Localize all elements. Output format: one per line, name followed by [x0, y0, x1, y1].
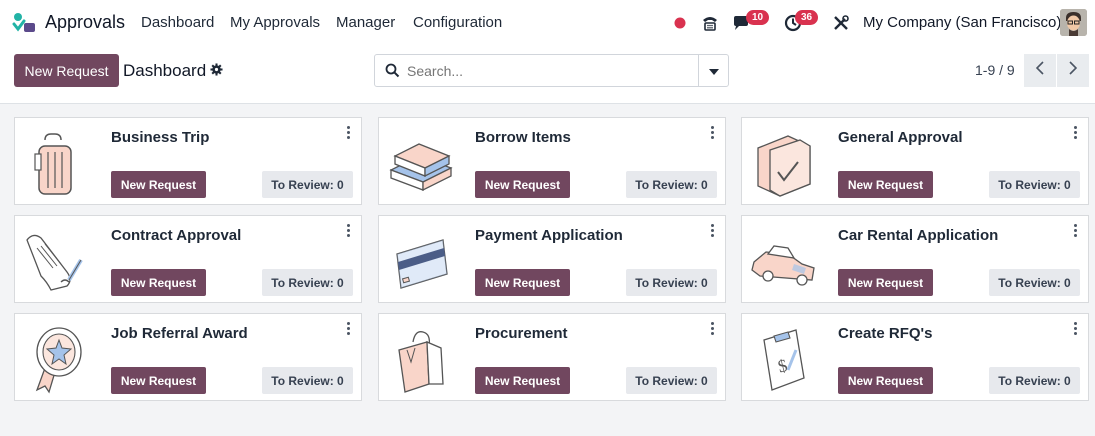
card-new-request-button[interactable]: New Request — [838, 171, 933, 198]
folder-check-icon — [748, 126, 820, 198]
card-new-request-button[interactable]: New Request — [475, 269, 570, 296]
approval-card-procurement: Procurement New Request To Review: 0 — [378, 313, 726, 401]
pager-previous-button[interactable] — [1024, 54, 1056, 87]
phone-icon[interactable] — [699, 12, 721, 34]
card-title: Job Referral Award — [111, 325, 248, 342]
card-title: Business Trip — [111, 129, 210, 146]
app-name[interactable]: Approvals — [45, 12, 125, 33]
award-ribbon-icon — [21, 322, 93, 394]
caret-down-icon — [708, 62, 719, 80]
to-review-button[interactable]: To Review: 0 — [989, 269, 1080, 296]
card-new-request-button[interactable]: New Request — [838, 367, 933, 394]
top-navbar: Approvals Dashboard My Approvals Manager… — [0, 0, 1095, 46]
card-title: Car Rental Application — [838, 227, 999, 244]
menu-my-approvals[interactable]: My Approvals — [230, 14, 320, 31]
card-new-request-button[interactable]: New Request — [111, 269, 206, 296]
books-icon — [385, 126, 457, 198]
card-title: Payment Application — [475, 227, 623, 244]
approvals-app-icon[interactable] — [12, 11, 36, 35]
kebab-menu-icon[interactable] — [343, 224, 353, 238]
kebab-menu-icon[interactable] — [707, 126, 717, 140]
kebab-menu-icon[interactable] — [1070, 224, 1080, 238]
card-new-request-button[interactable]: New Request — [111, 367, 206, 394]
search-box — [374, 54, 729, 87]
gear-icon[interactable] — [210, 61, 223, 81]
card-title: General Approval — [838, 129, 963, 146]
approval-card-business-trip: Business Trip New Request To Review: 0 — [14, 117, 362, 205]
credit-card-icon — [385, 224, 457, 296]
to-review-button[interactable]: To Review: 0 — [262, 269, 353, 296]
tools-icon[interactable] — [830, 12, 852, 34]
car-icon — [748, 224, 820, 296]
card-new-request-button[interactable]: New Request — [838, 269, 933, 296]
page-title: Dashboard — [123, 61, 207, 80]
menu-dashboard[interactable]: Dashboard — [141, 14, 214, 31]
menu-configuration[interactable]: Configuration — [413, 14, 502, 31]
approval-card-borrow-items: Borrow Items New Request To Review: 0 — [378, 117, 726, 205]
card-title: Create RFQ's — [838, 325, 933, 342]
control-panel: New Request Dashboard Search... 1-9 / 9 — [0, 46, 1095, 104]
search-input[interactable] — [407, 63, 687, 79]
approval-card-job-referral-award: Job Referral Award New Request To Review… — [14, 313, 362, 401]
card-new-request-button[interactable]: New Request — [475, 171, 570, 198]
approval-card-payment-application: Payment Application New Request To Revie… — [378, 215, 726, 303]
contract-icon — [21, 224, 93, 296]
card-title: Borrow Items — [475, 129, 571, 146]
activities-badge: 36 — [795, 10, 818, 25]
search-options-toggle[interactable] — [698, 55, 728, 86]
chevron-left-icon — [1035, 61, 1044, 80]
card-title: Contract Approval — [111, 227, 242, 244]
new-request-button[interactable]: New Request — [14, 54, 119, 87]
kebab-menu-icon[interactable] — [343, 126, 353, 140]
to-review-button[interactable]: To Review: 0 — [626, 269, 717, 296]
pager-next-button[interactable] — [1057, 54, 1089, 87]
user-avatar[interactable] — [1060, 9, 1087, 36]
shopping-bag-icon — [385, 322, 457, 394]
kebab-menu-icon[interactable] — [1070, 322, 1080, 336]
approval-card-general-approval: General Approval New Request To Review: … — [741, 117, 1089, 205]
kebab-menu-icon[interactable] — [707, 322, 717, 336]
to-review-button[interactable]: To Review: 0 — [989, 171, 1080, 198]
kebab-menu-icon[interactable] — [1070, 126, 1080, 140]
company-switcher[interactable]: My Company (San Francisco) — [863, 14, 1061, 31]
approval-card-create-rfqs: $ Create RFQ's New Request To Review: 0 — [741, 313, 1089, 401]
messages-badge: 10 — [746, 10, 769, 25]
status-dot-icon[interactable] — [669, 12, 691, 34]
to-review-button[interactable]: To Review: 0 — [626, 367, 717, 394]
luggage-icon — [21, 126, 93, 198]
clipboard-dollar-icon: $ — [748, 322, 820, 394]
to-review-button[interactable]: To Review: 0 — [262, 171, 353, 198]
to-review-button[interactable]: To Review: 0 — [989, 367, 1080, 394]
to-review-button[interactable]: To Review: 0 — [626, 171, 717, 198]
kebab-menu-icon[interactable] — [707, 224, 717, 238]
menu-manager[interactable]: Manager — [336, 14, 395, 31]
card-title: Procurement — [475, 325, 568, 342]
card-new-request-button[interactable]: New Request — [111, 171, 206, 198]
approval-card-contract-approval: Contract Approval New Request To Review:… — [14, 215, 362, 303]
kebab-menu-icon[interactable] — [343, 322, 353, 336]
breadcrumb: Dashboard — [123, 61, 223, 81]
search-icon — [385, 63, 400, 83]
approval-card-car-rental-application: Car Rental Application New Request To Re… — [741, 215, 1089, 303]
pager-value[interactable]: 1-9 / 9 — [975, 62, 1015, 78]
chevron-right-icon — [1069, 61, 1078, 80]
card-new-request-button[interactable]: New Request — [475, 367, 570, 394]
to-review-button[interactable]: To Review: 0 — [262, 367, 353, 394]
